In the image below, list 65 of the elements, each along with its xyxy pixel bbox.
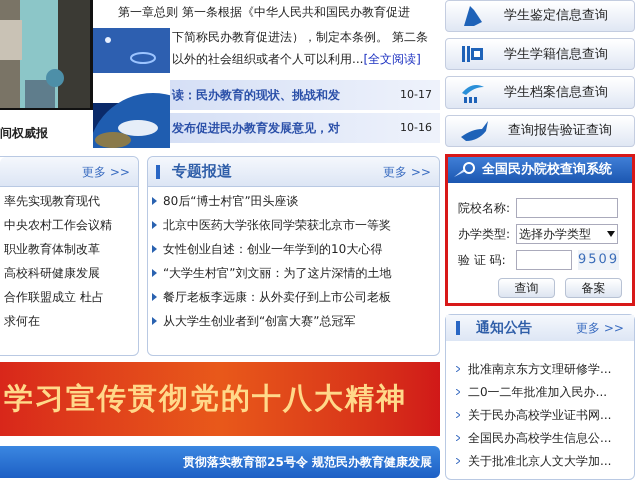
bar-icon	[156, 164, 160, 178]
news-link[interactable]: 北京中医药大学张依同学荣获北京市一等奖	[163, 216, 391, 234]
notice-link[interactable]: 二0一二年批准加入民办...	[468, 382, 608, 401]
form-button[interactable]: 查询	[498, 278, 555, 298]
news-link[interactable]: 求何在	[4, 312, 40, 330]
news-date: 10-17	[400, 86, 432, 103]
triangle-icon	[152, 197, 157, 205]
form-button[interactable]: 备案	[565, 278, 622, 298]
news-link[interactable]: “大学生村官”刘文丽：为了这片深情的土地	[163, 264, 392, 282]
query-button[interactable]: 学生学籍信息查询	[445, 38, 635, 70]
news-title: 发布促进民办教育发展意见，对	[172, 120, 340, 137]
notice-link[interactable]: 关于批准北京人文大学加...	[468, 452, 612, 470]
news-link[interactable]: 合作联盟成立 杜占	[4, 288, 104, 306]
news-title: 读：民办教育的现状、挑战和发	[172, 87, 340, 104]
chevron-icon	[456, 412, 460, 418]
panel-title: 通知公告	[476, 318, 532, 338]
school-name-field[interactable]	[516, 198, 618, 218]
chevron-icon	[456, 366, 460, 372]
news-link[interactable]: 女性创业自述：创业一年学到的10大心得	[163, 240, 382, 258]
query-button[interactable]: 查询报告验证查询	[445, 114, 635, 147]
triangle-icon	[152, 221, 157, 229]
intro-text: 第一章总则 第一条根据《中华人民共和国民办教育促进	[117, 4, 411, 21]
field-label: 院校名称:	[458, 200, 512, 217]
chevron-icon	[456, 458, 460, 464]
notice-link[interactable]: 关于民办高校学业证书网...	[468, 406, 612, 424]
captcha-code: 9509	[578, 250, 620, 270]
news-link[interactable]: 餐厅老板李远康：从外卖仔到上市公司老板	[163, 288, 391, 306]
intro-text: 下简称民办教育促进法），制定本条例。 第二条	[171, 29, 429, 46]
intro-text: 以外的社会组织或者个人可以利用...	[172, 51, 364, 68]
news-link[interactable]: 高校科研健康发展	[4, 264, 100, 282]
chevron-icon	[456, 434, 460, 441]
triangle-icon	[152, 269, 157, 277]
more-link[interactable]: 更多 >>	[82, 162, 130, 180]
query-button[interactable]: 学生鉴定信息查询	[445, 0, 635, 32]
slogan-text: 贯彻落实教育部25号令 规范民办教育健康发展	[183, 454, 432, 471]
news-row[interactable]: 读：民办教育的现状、挑战和发 10-17	[170, 80, 440, 110]
banner-text: 学习宣传贯彻党的十八大精神	[4, 380, 407, 418]
more-link[interactable]: 更多 >>	[576, 319, 624, 338]
news-row[interactable]: 发布促进民办教育发展意见，对 10-16	[170, 113, 440, 143]
search-title: 全国民办院校查询系统	[482, 160, 612, 180]
bar-icon	[456, 321, 460, 336]
more-link[interactable]: 更多 >>	[383, 162, 431, 180]
panel-title: 专题报道	[172, 161, 232, 182]
news-link[interactable]: 从大学生创业者到“创富大赛”总冠军	[163, 312, 356, 330]
notice-link[interactable]: 批准南京东方文理研修学...	[468, 360, 612, 378]
triangle-icon	[152, 293, 157, 301]
captcha-field[interactable]	[516, 250, 572, 270]
news-link[interactable]: 中央农村工作会议精	[4, 216, 112, 234]
news-link[interactable]: 率先实现教育现代	[4, 192, 100, 210]
headline-caption: 间权威报	[0, 125, 49, 142]
magnifier-icon	[452, 160, 478, 179]
chevron-icon	[456, 388, 460, 395]
triangle-icon	[152, 245, 157, 253]
read-more-link[interactable]: [全文阅读]	[363, 50, 421, 80]
query-button[interactable]: 学生档案信息查询	[445, 76, 635, 109]
field-label: 办学类型:	[458, 226, 512, 243]
news-date: 10-16	[400, 120, 432, 136]
news-link[interactable]: 80后“博士村官”田头座谈	[163, 192, 299, 210]
news-link[interactable]: 职业教育体制改革	[4, 240, 100, 258]
type-select[interactable]: 选择办学类型	[516, 224, 618, 244]
triangle-icon	[152, 317, 157, 325]
field-label: 验 证 码:	[458, 252, 507, 269]
bird-icon	[460, 118, 490, 143]
dropdown-icon	[607, 230, 615, 237]
notice-link[interactable]: 全国民办高校学生信息公...	[468, 428, 612, 447]
